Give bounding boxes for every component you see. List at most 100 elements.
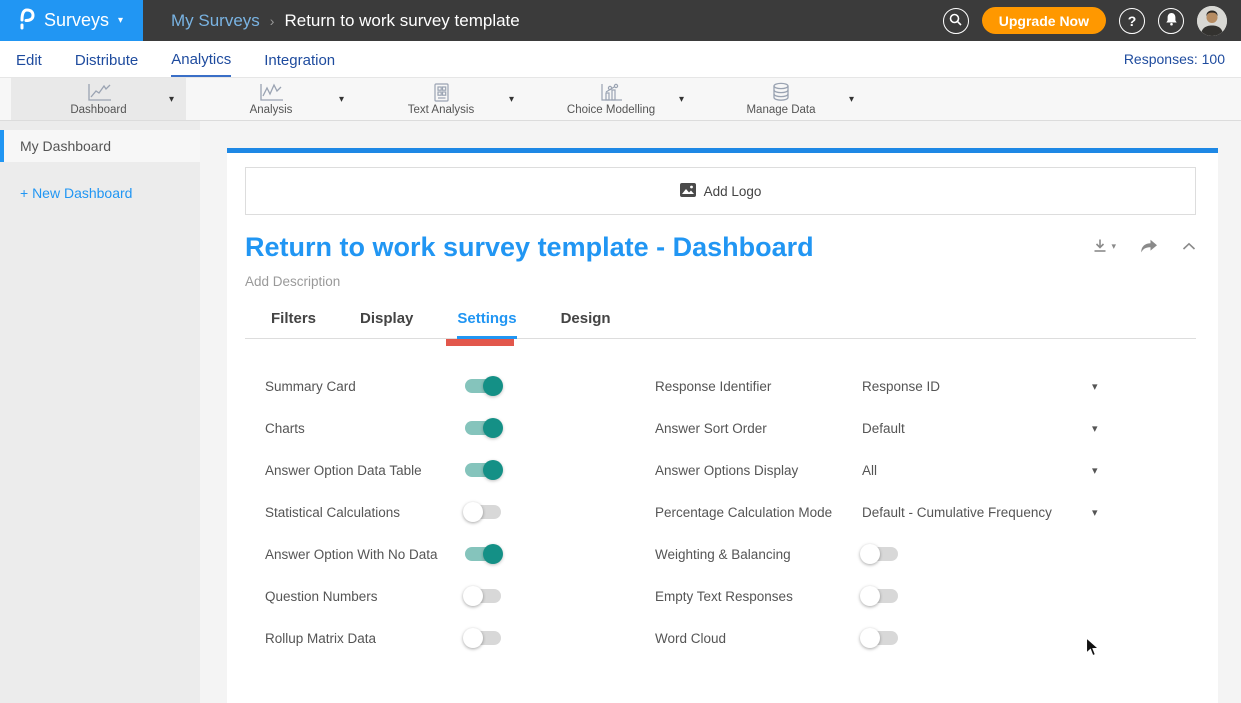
setting-row-empty-text-responses: Empty Text Responses (655, 575, 1196, 617)
setting-label: Empty Text Responses (655, 589, 862, 604)
download-button[interactable]: ▾ (1092, 238, 1116, 254)
chevron-down-icon[interactable]: ▾ (339, 94, 344, 105)
toolbar-label: Text Analysis (408, 104, 474, 116)
answer-sort-order-select[interactable]: Default (862, 421, 1092, 436)
tab-settings[interactable]: Settings (457, 310, 516, 339)
database-icon (770, 82, 792, 102)
percentage-calculation-mode-select[interactable]: Default - Cumulative Frequency (862, 505, 1092, 520)
toggle-rollup-matrix-data[interactable] (465, 631, 501, 645)
annotation-highlight (446, 339, 514, 346)
nav-integration[interactable]: Integration (264, 43, 335, 76)
accent-bar (227, 148, 1218, 153)
add-description-button[interactable]: Add Description (245, 274, 1196, 289)
setting-row-charts: Charts (265, 407, 655, 449)
toggle-knob (463, 586, 483, 606)
nav-distribute[interactable]: Distribute (75, 43, 138, 76)
collapse-button[interactable] (1182, 242, 1196, 251)
line-chart-icon (257, 83, 285, 102)
tab-design[interactable]: Design (561, 310, 611, 338)
setting-label: Answer Option With No Data (265, 547, 465, 562)
toolbar-label: Dashboard (70, 104, 126, 116)
toggle-knob (463, 502, 483, 522)
settings-column-right: Response Identifier Response ID ▾ Answer… (655, 365, 1196, 659)
main-area: Add Logo Return to work survey template … (200, 121, 1241, 703)
tab-display[interactable]: Display (360, 310, 413, 338)
toggle-weighting-balancing[interactable] (862, 547, 898, 561)
toolbar-choice-modelling[interactable]: Choice Modelling ▾ (526, 78, 696, 120)
nav-analytics[interactable]: Analytics (171, 42, 231, 77)
chevron-down-icon[interactable]: ▾ (1092, 506, 1098, 519)
breadcrumb: My Surveys › Return to work survey templ… (171, 11, 520, 31)
toggle-empty-text-responses[interactable] (862, 589, 898, 603)
bell-icon (1165, 12, 1178, 29)
toggle-knob (463, 628, 483, 648)
tab-settings-label: Settings (457, 310, 516, 327)
response-identifier-select[interactable]: Response ID (862, 379, 1092, 394)
toolbar-manage-data[interactable]: Manage Data ▾ (696, 78, 866, 120)
setting-row-answer-option-with-no-data: Answer Option With No Data (265, 533, 655, 575)
help-button[interactable]: ? (1119, 8, 1145, 34)
chevron-down-icon[interactable]: ▾ (509, 94, 514, 105)
topbar-actions: Upgrade Now ? (943, 6, 1241, 36)
add-logo-label: Add Logo (704, 184, 762, 199)
new-dashboard-link[interactable]: + New Dashboard (20, 185, 200, 201)
sidebar-item-my-dashboard[interactable]: My Dashboard (0, 130, 200, 162)
setting-label: Summary Card (265, 379, 465, 394)
chevron-down-icon: ▾ (118, 15, 123, 26)
notifications-button[interactable] (1158, 8, 1184, 34)
toggle-knob (483, 418, 503, 438)
product-switcher[interactable]: Surveys ▾ (0, 0, 143, 41)
toolbar-text-analysis[interactable]: Text Analysis ▾ (356, 78, 526, 120)
setting-label: Statistical Calculations (265, 505, 465, 520)
setting-label: Weighting & Balancing (655, 547, 862, 562)
setting-row-question-numbers: Question Numbers (265, 575, 655, 617)
tab-filters[interactable]: Filters (271, 310, 316, 338)
toggle-question-numbers[interactable] (465, 589, 501, 603)
setting-row-rollup-matrix-data: Rollup Matrix Data (265, 617, 655, 659)
toggle-answer-option-with-no-data[interactable] (465, 547, 501, 561)
survey-nav: Edit Distribute Analytics Integration Re… (0, 41, 1241, 78)
answer-options-display-select[interactable]: All (862, 463, 1092, 478)
scatter-chart-icon (598, 83, 624, 102)
toggle-answer-option-data-table[interactable] (465, 463, 501, 477)
toggle-charts[interactable] (465, 421, 501, 435)
chevron-down-icon[interactable]: ▾ (169, 94, 174, 105)
dashboard-content: Add Logo Return to work survey template … (227, 148, 1218, 703)
chevron-down-icon[interactable]: ▾ (1092, 380, 1098, 393)
dashboard-sidebar: My Dashboard + New Dashboard (0, 121, 200, 703)
chevron-down-icon[interactable]: ▾ (1092, 464, 1098, 477)
chevron-right-icon: › (270, 13, 275, 29)
chevron-down-icon[interactable]: ▾ (679, 94, 684, 105)
toggle-statistical-calculations[interactable] (465, 505, 501, 519)
upgrade-now-button[interactable]: Upgrade Now (982, 7, 1106, 34)
share-button[interactable] (1140, 239, 1158, 254)
setting-label: Rollup Matrix Data (265, 631, 465, 646)
chevron-down-icon[interactable]: ▾ (1092, 422, 1098, 435)
page-body: My Dashboard + New Dashboard Add Logo (0, 121, 1241, 703)
toggle-knob (483, 460, 503, 480)
setting-row-response-identifier: Response Identifier Response ID ▾ (655, 365, 1196, 407)
breadcrumb-my-surveys[interactable]: My Surveys (171, 11, 260, 31)
setting-label: Word Cloud (655, 631, 862, 646)
toggle-knob (860, 586, 880, 606)
questionpro-logo-icon (18, 6, 35, 35)
page-title: Return to work survey template - Dashboa… (245, 232, 814, 263)
toggle-knob (860, 628, 880, 648)
chevron-down-icon: ▾ (1111, 241, 1116, 252)
image-icon (680, 183, 696, 200)
setting-label: Question Numbers (265, 589, 465, 604)
toolbar-analysis[interactable]: Analysis ▾ (186, 78, 356, 120)
toolbar-dashboard[interactable]: Dashboard ▾ (11, 78, 186, 120)
setting-label: Answer Option Data Table (265, 463, 465, 478)
chevron-down-icon[interactable]: ▾ (849, 94, 854, 105)
setting-label: Charts (265, 421, 465, 436)
nav-edit[interactable]: Edit (16, 43, 42, 76)
setting-row-word-cloud: Word Cloud (655, 617, 1196, 659)
toggle-summary-card[interactable] (465, 379, 501, 393)
search-button[interactable] (943, 8, 969, 34)
responses-count: Responses: 100 (1124, 51, 1225, 67)
setting-row-answer-sort-order: Answer Sort Order Default ▾ (655, 407, 1196, 449)
add-logo-button[interactable]: Add Logo (245, 167, 1196, 215)
avatar[interactable] (1197, 6, 1227, 36)
toggle-word-cloud[interactable] (862, 631, 898, 645)
